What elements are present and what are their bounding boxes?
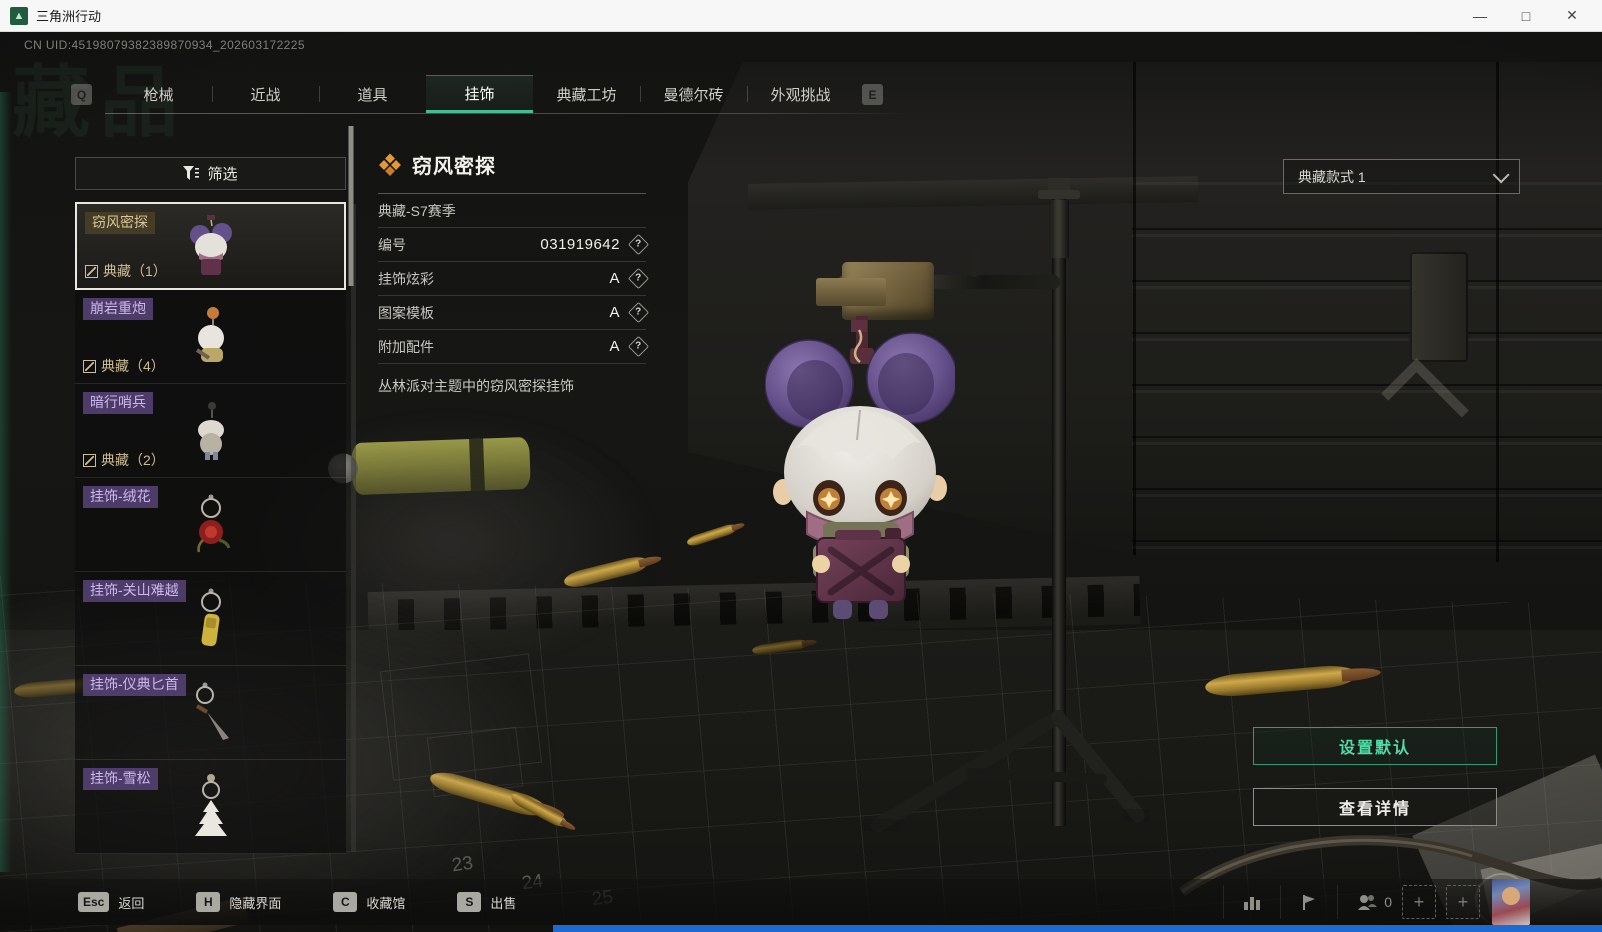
list-item-guanshannanyue[interactable]: 挂饰-关山难越 xyxy=(75,572,346,666)
charm-thumbnail xyxy=(194,773,227,836)
esc-key: Esc xyxy=(78,892,110,912)
list-item-qiefengmitan[interactable]: 窃风密探 典藏（1） xyxy=(75,202,346,290)
os-taskbar-sliver xyxy=(553,925,1602,932)
collection-badge: 典藏（4） xyxy=(83,356,165,376)
c-key: C xyxy=(333,892,358,912)
next-tab-key[interactable]: E xyxy=(862,84,883,105)
shortcut-back[interactable]: Esc 返回 xyxy=(78,892,144,912)
item-name-chip: 挂饰-绒花 xyxy=(83,486,158,508)
player-avatar[interactable] xyxy=(1492,879,1530,925)
charm-thumbnail xyxy=(197,401,224,460)
filter-icon xyxy=(183,166,200,180)
list-item-xuesong[interactable]: 挂饰-雪松 xyxy=(75,760,346,854)
charm-item-list: 窃风密探 典藏（1） 崩岩重炮 典藏（4） 暗行哨兵 典藏（2） 挂饰-绒花 挂… xyxy=(75,202,346,854)
list-item-yidianbishou[interactable]: 挂饰-仪典匕首 xyxy=(75,666,346,760)
view-details-button[interactable]: 查看详情 xyxy=(1253,788,1497,826)
item-name-chip: 挂饰-关山难越 xyxy=(83,580,186,602)
list-scrollbar[interactable] xyxy=(348,126,356,852)
item-name-chip: 挂饰-雪松 xyxy=(83,768,158,790)
friends-count: 0 xyxy=(1384,894,1392,910)
stats-button[interactable] xyxy=(1242,893,1262,911)
tab-mandel-brick[interactable]: 曼德尔砖 xyxy=(640,75,747,113)
detail-row-colorway: 挂饰炫彩 A ? xyxy=(378,262,650,296)
h-key: H xyxy=(196,892,221,912)
empty-squad-slot[interactable]: + xyxy=(1446,885,1480,919)
shortcut-hide-ui[interactable]: H 隐藏界面 xyxy=(196,892,281,912)
list-item-bengyanzhongpao[interactable]: 崩岩重炮 典藏（4） xyxy=(75,290,346,384)
game-stage: 23 24 25 xyxy=(0,32,1602,932)
collection-badge: 典藏（2） xyxy=(83,450,165,470)
detail-row-accessory: 附加配件 A ? xyxy=(378,330,650,364)
close-button[interactable]: ✕ xyxy=(1552,3,1592,29)
chevron-down-icon xyxy=(1492,165,1510,183)
charm-thumbnail xyxy=(200,588,221,646)
bar-chart-icon xyxy=(1244,897,1261,910)
category-tabbar: 枪械 近战 道具 挂饰 典藏工坊 曼德尔砖 外观挑战 xyxy=(105,75,854,113)
help-icon[interactable]: ? xyxy=(627,301,650,324)
tab-items[interactable]: 道具 xyxy=(319,75,426,113)
window-title: 三角洲行动 xyxy=(36,9,102,24)
app-logo-icon: ▲ xyxy=(10,6,28,25)
friends-icon xyxy=(1358,895,1378,910)
tab-collection-workshop[interactable]: 典藏工坊 xyxy=(533,75,640,113)
tab-guns[interactable]: 枪械 xyxy=(105,75,212,113)
charm-thumbnail xyxy=(195,306,224,362)
list-item-anxingshaobing[interactable]: 暗行哨兵 典藏（2） xyxy=(75,384,346,478)
prev-tab-key[interactable]: Q xyxy=(71,84,92,105)
detail-row-pattern: 图案模板 A ? xyxy=(378,296,650,330)
s-key: S xyxy=(457,892,482,912)
charm-thumbnail xyxy=(196,494,230,552)
tab-charms[interactable]: 挂饰 xyxy=(426,75,533,113)
charm-thumbnail xyxy=(195,682,229,740)
detail-row-serial: 编号 031919642 ? xyxy=(378,228,650,262)
item-name-chip: 挂饰-仪典匕首 xyxy=(83,674,186,696)
style-dropdown[interactable]: 典藏款式 1 xyxy=(1283,159,1520,194)
item-name-chip: 暗行哨兵 xyxy=(83,392,153,414)
item-name-chip: 窃风密探 xyxy=(85,212,155,234)
player-uid: CN UID:45198079382389870934_202603172225 xyxy=(24,38,305,52)
help-icon[interactable]: ? xyxy=(627,267,650,290)
list-item-ronghua[interactable]: 挂饰-绒花 xyxy=(75,478,346,572)
charm-thumbnail xyxy=(189,215,232,275)
flag-icon xyxy=(1303,895,1316,910)
detail-description: 丛林派对主题中的窃风密探挂饰 xyxy=(378,378,574,394)
empty-squad-slot[interactable]: + xyxy=(1402,885,1436,919)
set-default-button[interactable]: 设置默认 xyxy=(1253,727,1497,765)
app-window: ▲ 三角洲行动 — □ ✕ 23 24 25 xyxy=(0,0,1602,932)
minimize-button[interactable]: — xyxy=(1460,3,1500,29)
collection-badge: 典藏（1） xyxy=(85,261,167,281)
tab-appearance-challenge[interactable]: 外观挑战 xyxy=(747,75,854,113)
rarity-diamond-icon xyxy=(379,153,401,176)
bottom-bar: Esc 返回 H 隐藏界面 C 收藏馆 S 出售 0 + + xyxy=(0,879,1602,925)
detail-title: 窃风密探 xyxy=(412,156,496,178)
filter-button[interactable]: 筛选 xyxy=(75,157,346,190)
window-titlebar: ▲ 三角洲行动 — □ ✕ xyxy=(0,0,1602,32)
help-icon[interactable]: ? xyxy=(627,233,650,256)
report-button[interactable] xyxy=(1299,893,1319,911)
friends-button[interactable]: 0 xyxy=(1356,893,1392,911)
tab-melee[interactable]: 近战 xyxy=(212,75,319,113)
collection-icon xyxy=(85,264,98,278)
shortcut-sell[interactable]: S 出售 xyxy=(457,892,516,912)
help-icon[interactable]: ? xyxy=(627,335,650,358)
item-name-chip: 崩岩重炮 xyxy=(83,298,153,320)
shortcut-collection-hall[interactable]: C 收藏馆 xyxy=(333,892,405,912)
detail-panel: 窃风密探 典藏-S7赛季 编号 031919642 ? 挂饰炫彩 A ? 图案模… xyxy=(378,150,650,396)
collection-icon xyxy=(83,359,96,373)
detail-season-row: 典藏-S7赛季 xyxy=(378,194,646,228)
collection-icon xyxy=(83,453,96,467)
maximize-button[interactable]: □ xyxy=(1506,3,1546,29)
